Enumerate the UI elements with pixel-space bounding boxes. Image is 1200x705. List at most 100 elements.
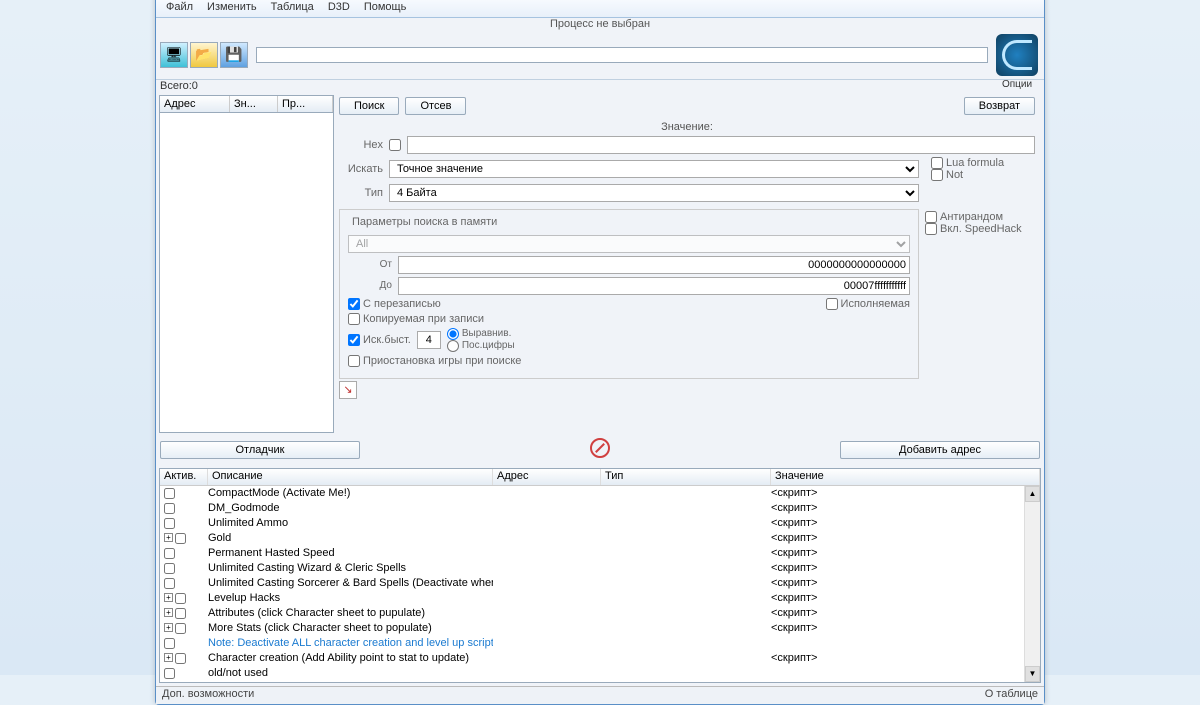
mem-params-title: Параметры поиска в памяти xyxy=(348,216,501,228)
table-row[interactable]: DM_Godmode <скрипт> xyxy=(160,501,1040,516)
not-checkbox[interactable] xyxy=(931,169,943,181)
row-desc: Character creation (Add Ability point to… xyxy=(208,652,493,664)
active-checkbox[interactable] xyxy=(164,548,175,559)
table-row[interactable]: + Character creation (Add Ability point … xyxy=(160,651,1040,666)
alignment-radio[interactable] xyxy=(447,328,459,340)
progress-bar xyxy=(256,47,988,63)
table-row[interactable]: Unlimited Casting Wizard & Cleric Spells… xyxy=(160,561,1040,576)
hex-label: Hex xyxy=(339,139,383,151)
hex-checkbox[interactable] xyxy=(389,139,401,151)
row-addr: 251917B0526 xyxy=(493,682,601,683)
fastscan-checkbox[interactable] xyxy=(348,334,360,346)
expand-icon[interactable]: + xyxy=(164,533,173,542)
scrollbar[interactable]: ▲ ▼ xyxy=(1024,486,1040,682)
add-address-button[interactable]: Добавить адрес xyxy=(840,441,1040,459)
memory-params-group: Параметры поиска в памяти All От До С пе… xyxy=(339,209,919,379)
app-window: Cheat Engine 7.1 — ▢ ✕ Файл Изменить Таб… xyxy=(155,0,1045,705)
status-right[interactable]: О таблице xyxy=(985,688,1038,703)
row-value: <скрипт> xyxy=(771,592,1040,604)
table-row[interactable]: + Gold <скрипт> xyxy=(160,531,1040,546)
col-desc[interactable]: Описание xyxy=(208,469,493,485)
lastdigits-radio[interactable] xyxy=(447,340,459,352)
table-row[interactable]: + More Stats (click Character sheet to p… xyxy=(160,621,1040,636)
row-value: <скрипт> xyxy=(771,502,1040,514)
active-checkbox[interactable] xyxy=(164,488,175,499)
row-value: <скрипт> xyxy=(771,487,1040,499)
col-type[interactable]: Тип xyxy=(601,469,771,485)
menu-file[interactable]: Файл xyxy=(160,0,199,15)
undo-scan-button[interactable]: Возврат xyxy=(964,97,1035,115)
menu-help[interactable]: Помощь xyxy=(358,0,413,15)
col-value[interactable]: Значение xyxy=(771,469,1040,485)
fastscan-value[interactable] xyxy=(417,331,441,349)
col-active[interactable]: Актив. xyxy=(160,469,208,485)
row-value: <скрипт> xyxy=(771,562,1040,574)
first-scan-button[interactable]: Поиск xyxy=(339,97,399,115)
row-desc: Unlimited Casting Sorcerer & Bard Spells… xyxy=(208,577,493,589)
executable-checkbox[interactable] xyxy=(826,298,838,310)
speedhack-checkbox[interactable] xyxy=(925,223,937,235)
table-row[interactable]: No description 251917B0526 1 Байт ?? xyxy=(160,681,1040,683)
scroll-down-button[interactable]: ▼ xyxy=(1025,666,1040,682)
scroll-up-button[interactable]: ▲ xyxy=(1025,486,1040,502)
col-address[interactable]: Адрес xyxy=(160,96,230,112)
table-row[interactable]: + Levelup Hacks <скрипт> xyxy=(160,591,1040,606)
col-prev[interactable]: Пр... xyxy=(278,96,333,112)
lua-checkbox[interactable] xyxy=(931,157,943,169)
row-value: <скрипт> xyxy=(771,652,1040,664)
scan-type-select[interactable]: Точное значение xyxy=(389,160,919,178)
active-checkbox[interactable] xyxy=(175,533,186,544)
row-desc: Gold xyxy=(208,532,493,544)
active-checkbox[interactable] xyxy=(164,563,175,574)
active-checkbox[interactable] xyxy=(164,638,175,649)
value-input[interactable] xyxy=(407,136,1035,154)
options-label: Опции xyxy=(996,79,1038,90)
menu-table[interactable]: Таблица xyxy=(265,0,320,15)
add-address-arrow-button[interactable]: ↘ xyxy=(339,381,357,399)
table-row[interactable]: old/not used xyxy=(160,666,1040,681)
copyonwrite-checkbox[interactable] xyxy=(348,313,360,325)
expand-icon[interactable]: + xyxy=(164,623,173,632)
range-to-input[interactable] xyxy=(398,277,910,295)
antirandom-checkbox[interactable] xyxy=(925,211,937,223)
save-button[interactable]: 💾 xyxy=(220,42,248,68)
active-checkbox[interactable] xyxy=(175,593,186,604)
active-checkbox[interactable] xyxy=(175,623,186,634)
active-checkbox[interactable] xyxy=(164,518,175,529)
found-list-header[interactable]: Адрес Зн... Пр... xyxy=(159,95,334,113)
table-row[interactable]: + Attributes (click Character sheet to p… xyxy=(160,606,1040,621)
table-row[interactable]: CompactMode (Activate Me!) <скрипт> xyxy=(160,486,1040,501)
row-desc: Attributes (click Character sheet to pup… xyxy=(208,607,493,619)
active-checkbox[interactable] xyxy=(164,668,175,679)
menubar: Файл Изменить Таблица D3D Помощь xyxy=(156,0,1044,18)
active-checkbox[interactable] xyxy=(175,653,186,664)
expand-icon[interactable]: + xyxy=(164,653,173,662)
menu-d3d[interactable]: D3D xyxy=(322,0,356,15)
expand-icon[interactable]: + xyxy=(164,608,173,617)
active-checkbox[interactable] xyxy=(164,503,175,514)
col-value[interactable]: Зн... xyxy=(230,96,278,112)
table-row[interactable]: Permanent Hasted Speed <скрипт> xyxy=(160,546,1040,561)
ce-logo-icon[interactable]: Опции xyxy=(996,34,1038,76)
range-from-input[interactable] xyxy=(398,256,910,274)
next-scan-button[interactable]: Отсев xyxy=(405,97,466,115)
open-file-button[interactable]: 📂 xyxy=(190,42,218,68)
scan-type-label: Искать xyxy=(339,163,383,175)
value-type-select[interactable]: 4 Байта xyxy=(389,184,919,202)
active-checkbox[interactable] xyxy=(164,578,175,589)
cheat-table-header[interactable]: Актив. Описание Адрес Тип Значение xyxy=(160,469,1040,486)
open-process-button[interactable]: 🖥 xyxy=(160,42,188,68)
table-row[interactable]: Note: Deactivate ALL character creation … xyxy=(160,636,1040,651)
status-left[interactable]: Доп. возможности xyxy=(162,688,254,703)
table-row[interactable]: Unlimited Casting Sorcerer & Bard Spells… xyxy=(160,576,1040,591)
found-list[interactable] xyxy=(159,113,334,433)
writable-checkbox[interactable] xyxy=(348,298,360,310)
active-checkbox[interactable] xyxy=(175,608,186,619)
pause-game-checkbox[interactable] xyxy=(348,355,360,367)
expand-icon[interactable]: + xyxy=(164,593,173,602)
table-row[interactable]: Unlimited Ammo <скрипт> xyxy=(160,516,1040,531)
col-addr[interactable]: Адрес xyxy=(493,469,601,485)
total-value: 0 xyxy=(192,80,198,92)
menu-edit[interactable]: Изменить xyxy=(201,0,263,15)
debugger-button[interactable]: Отладчик xyxy=(160,441,360,459)
